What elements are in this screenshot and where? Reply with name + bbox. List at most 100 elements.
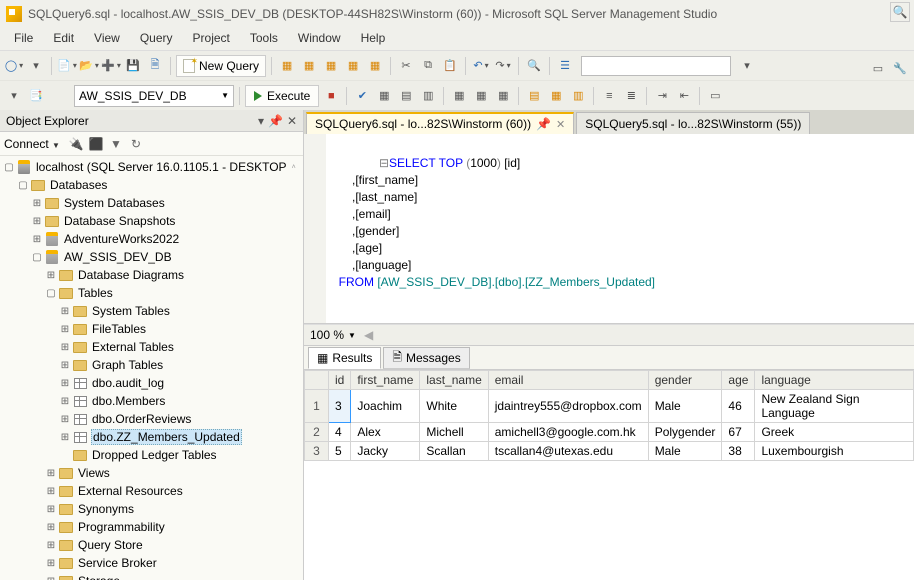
tab-results[interactable]: ▦ Results (308, 347, 381, 369)
results-grid[interactable]: id first_name last_name email gender age… (304, 370, 914, 580)
tree-tables[interactable]: ▢Tables (2, 284, 303, 302)
uncomment-button[interactable]: ≣ (621, 86, 641, 106)
save-all-button[interactable]: 🗎 (145, 56, 165, 76)
cut-button[interactable]: ✂ (396, 56, 416, 76)
chevron-down-icon[interactable]: ▼ (348, 331, 356, 340)
tree-system-databases[interactable]: ⊞System Databases (2, 194, 303, 212)
menu-file[interactable]: File (4, 28, 43, 50)
specify-values-button[interactable]: ▭ (705, 86, 725, 106)
tree-zz-members-updated[interactable]: ⊞dbo.ZZ_Members_Updated (2, 428, 303, 446)
table-row[interactable]: 1 3 Joachim White jdaintrey555@dropbox.c… (305, 390, 914, 423)
settings-button[interactable]: 🔧 (890, 58, 910, 78)
tree-query-store[interactable]: ⊞Query Store (2, 536, 303, 554)
find-button[interactable]: 🔍 (524, 56, 544, 76)
nav-left-icon[interactable]: ◀ (364, 328, 373, 342)
object-explorer-tree[interactable]: ▢localhost (SQL Server 16.0.1105.1 - DES… (0, 156, 303, 580)
xe-button-3[interactable]: ▦ (321, 56, 341, 76)
stop-icon[interactable]: ⬛ (88, 136, 104, 152)
undo-button[interactable]: ↶ (471, 56, 491, 76)
results-text-button[interactable]: ▤ (524, 86, 544, 106)
comment-button[interactable]: ≡ (599, 86, 619, 106)
estplan-button[interactable]: ▦ (374, 86, 394, 106)
refresh-icon[interactable]: ↻ (128, 136, 144, 152)
tree-filetables[interactable]: ⊞FileTables (2, 320, 303, 338)
results-grid-button[interactable]: ▦ (546, 86, 566, 106)
tree-dropped-ledger[interactable]: Dropped Ledger Tables (2, 446, 303, 464)
col-age[interactable]: age (722, 371, 755, 390)
actplan-button[interactable]: ▦ (449, 86, 469, 106)
queryopts-button[interactable]: ▤ (396, 86, 416, 106)
sql-editor[interactable]: ⊟SELECT TOP (1000) [id] ,[first_name] ,[… (304, 134, 914, 324)
menu-project[interactable]: Project (183, 28, 240, 50)
quick-launch-search[interactable]: 🔍 (890, 2, 910, 22)
tree-adventureworks[interactable]: ⊞AdventureWorks2022 (2, 230, 303, 248)
disconnect-icon[interactable]: 🔌 (68, 136, 84, 152)
tree-graph-tables[interactable]: ⊞Graph Tables (2, 356, 303, 374)
xe-button-1[interactable]: ▦ (277, 56, 297, 76)
col-id[interactable]: id (329, 371, 351, 390)
menu-tools[interactable]: Tools (240, 28, 288, 50)
tree-databases[interactable]: ▢Databases (2, 176, 303, 194)
xe-button-4[interactable]: ▦ (343, 56, 363, 76)
tree-members[interactable]: ⊞dbo.Members (2, 392, 303, 410)
menu-view[interactable]: View (84, 28, 130, 50)
tree-external-resources[interactable]: ⊞External Resources (2, 482, 303, 500)
tree-storage[interactable]: ⊞Storage (2, 572, 303, 580)
execute-button[interactable]: Execute (245, 85, 319, 107)
pin-icon[interactable]: 📌 (536, 117, 551, 131)
navigate-fwd-button[interactable]: ▾ (26, 56, 46, 76)
menu-window[interactable]: Window (288, 28, 351, 50)
tab-messages[interactable]: 🗎 Messages (383, 347, 469, 369)
pin-icon[interactable]: 📌 (268, 114, 283, 128)
col-first-name[interactable]: first_name (351, 371, 420, 390)
tree-server[interactable]: ▢localhost (SQL Server 16.0.1105.1 - DES… (2, 158, 303, 176)
tree-programmability[interactable]: ⊞Programmability (2, 518, 303, 536)
copy-button[interactable]: ⧉ (418, 56, 438, 76)
col-rownum[interactable] (305, 371, 329, 390)
tree-views[interactable]: ⊞Views (2, 464, 303, 482)
close-icon[interactable]: ✕ (556, 118, 565, 131)
col-language[interactable]: language (755, 371, 914, 390)
table-row[interactable]: 2 4 Alex Michell amichell3@google.com.hk… (305, 423, 914, 442)
tree-audit-log[interactable]: ⊞dbo.audit_log (2, 374, 303, 392)
tab-sqlquery6[interactable]: SQLQuery6.sql - lo...82S\Winstorm (60)) … (306, 112, 574, 134)
tree-db-diagrams[interactable]: ⊞Database Diagrams (2, 266, 303, 284)
connect-button[interactable]: Connect ▼ (4, 137, 64, 151)
toolbox-combo[interactable] (581, 56, 731, 76)
results-file-button[interactable]: ▥ (568, 86, 588, 106)
drill-button[interactable]: ▾ (4, 86, 24, 106)
redo-button[interactable]: ↷ (493, 56, 513, 76)
new-query-button[interactable]: New Query (176, 55, 266, 77)
clientstats-button[interactable]: ▦ (493, 86, 513, 106)
tree-system-tables[interactable]: ⊞System Tables (2, 302, 303, 320)
outdent-button[interactable]: ⇤ (674, 86, 694, 106)
tree-synonyms[interactable]: ⊞Synonyms (2, 500, 303, 518)
menu-query[interactable]: Query (130, 28, 183, 50)
database-combo[interactable]: AW_SSIS_DEV_DB ▼ (74, 85, 234, 107)
navigate-back-button[interactable]: ◯ (4, 56, 24, 76)
tree-external-tables[interactable]: ⊞External Tables (2, 338, 303, 356)
tree-service-broker[interactable]: ⊞Service Broker (2, 554, 303, 572)
parse-button[interactable]: ✔ (352, 86, 372, 106)
tab-sqlquery5[interactable]: SQLQuery5.sql - lo...82S\Winstorm (55)) (576, 112, 810, 134)
tree-database-snapshots[interactable]: ⊞Database Snapshots (2, 212, 303, 230)
new-item-button[interactable]: 📄 (57, 56, 77, 76)
tree-aw-ssis-dev-db[interactable]: ▢AW_SSIS_DEV_DB (2, 248, 303, 266)
col-gender[interactable]: gender (648, 371, 722, 390)
toolbox-dd[interactable]: ▾ (737, 56, 757, 76)
menu-edit[interactable]: Edit (43, 28, 84, 50)
table-row[interactable]: 3 5 Jacky Scallan tscallan4@utexas.edu M… (305, 442, 914, 461)
col-email[interactable]: email (488, 371, 648, 390)
open-item-button[interactable]: 📂 (79, 56, 99, 76)
xe-button-5[interactable]: ▦ (365, 56, 385, 76)
zoom-value[interactable]: 100 % (310, 328, 344, 342)
tree-orderreviews[interactable]: ⊞dbo.OrderReviews (2, 410, 303, 428)
col-last-name[interactable]: last_name (420, 371, 488, 390)
paste-button[interactable]: 📋 (440, 56, 460, 76)
indent-button[interactable]: ⇥ (652, 86, 672, 106)
save-button[interactable]: 💾 (123, 56, 143, 76)
filter-icon[interactable]: ▼ (108, 136, 124, 152)
intellisense-button[interactable]: ▥ (418, 86, 438, 106)
close-icon[interactable]: ✕ (287, 114, 297, 128)
xe-button-2[interactable]: ▦ (299, 56, 319, 76)
